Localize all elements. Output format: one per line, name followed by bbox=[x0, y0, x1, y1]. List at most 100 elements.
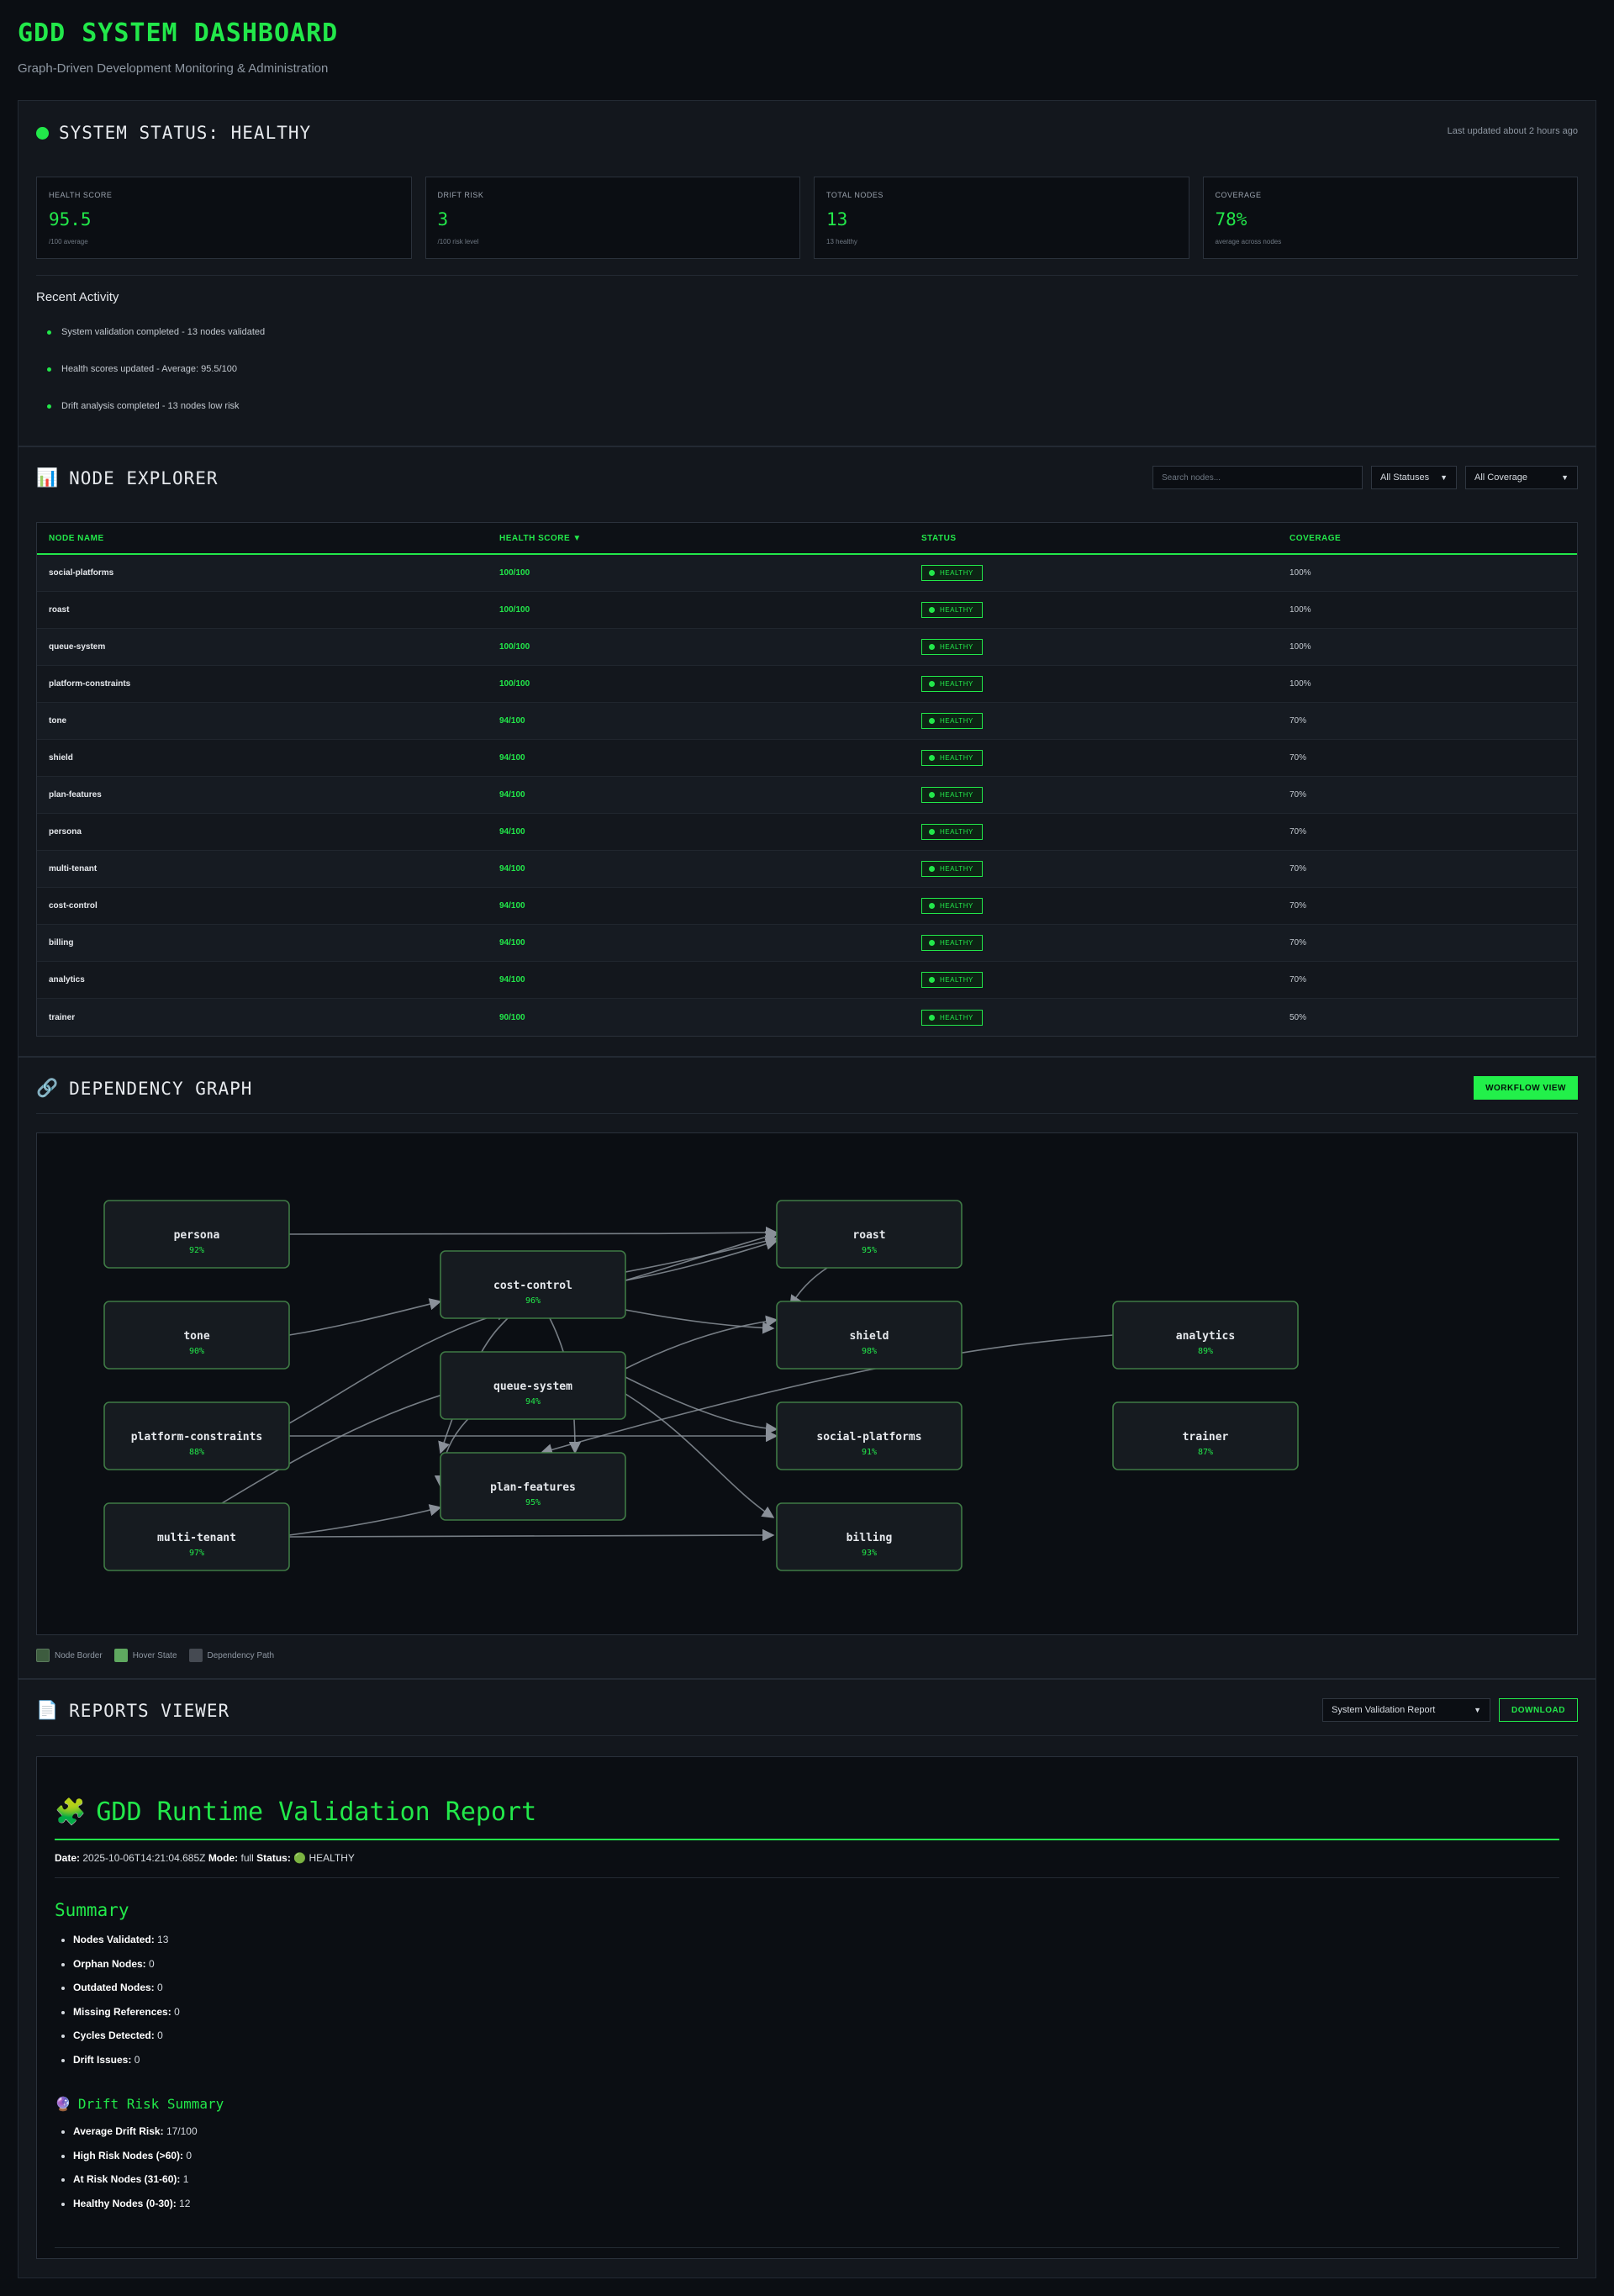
dependency-edge bbox=[625, 1231, 778, 1281]
column-header-node-name[interactable]: NODE NAME bbox=[37, 534, 488, 543]
drift-risk-title: Drift Risk Summary bbox=[77, 2096, 224, 2112]
divider bbox=[36, 1113, 1578, 1114]
health-score: 94/100 bbox=[499, 864, 525, 874]
legend-item-hover-state: Hover State bbox=[113, 1649, 177, 1662]
graph-node-percent: 88% bbox=[189, 1448, 204, 1457]
graph-node-roast[interactable]: roast 95% bbox=[776, 1200, 963, 1269]
table-row[interactable]: trainer 90/100 HEALTHY 50% bbox=[37, 999, 1577, 1036]
status-dot-icon bbox=[929, 940, 935, 946]
health-score: 90/100 bbox=[499, 1012, 525, 1022]
health-score: 94/100 bbox=[499, 938, 525, 947]
node-name: trainer bbox=[49, 1012, 76, 1022]
table-row[interactable]: persona 94/100 HEALTHY 70% bbox=[37, 814, 1577, 851]
report-title-text: GDD Runtime Validation Report bbox=[96, 1797, 537, 1827]
health-score: 100/100 bbox=[499, 605, 530, 615]
table-row[interactable]: roast 100/100 HEALTHY 100% bbox=[37, 592, 1577, 629]
graph-node-queue-system[interactable]: queue-system 94% bbox=[440, 1351, 626, 1420]
summary-key: Drift Issues: bbox=[73, 2053, 132, 2066]
table-row[interactable]: platform-constraints 100/100 HEALTHY 100% bbox=[37, 666, 1577, 703]
coverage-value: 70% bbox=[1290, 753, 1307, 763]
coverage-filter-select[interactable]: All Coverage ▼ bbox=[1465, 466, 1578, 489]
chevron-down-icon: ▼ bbox=[1440, 473, 1448, 482]
table-row[interactable]: tone 94/100 HEALTHY 70% bbox=[37, 703, 1577, 740]
node-name: social-platforms bbox=[49, 568, 114, 578]
status-dot-icon bbox=[929, 681, 935, 687]
reports-toolbar: System Validation Report ▼ DOWNLOAD bbox=[1322, 1698, 1578, 1722]
table-row[interactable]: queue-system 100/100 HEALTHY 100% bbox=[37, 629, 1577, 666]
column-header-health-score[interactable]: HEALTH SCORE ▼ bbox=[488, 534, 910, 543]
graph-node-plan-features[interactable]: plan-features 95% bbox=[440, 1452, 626, 1521]
status-dot-icon bbox=[929, 977, 935, 983]
table-row[interactable]: shield 94/100 HEALTHY 70% bbox=[37, 740, 1577, 777]
link-icon: 🔗 bbox=[36, 1078, 60, 1098]
legend-swatch bbox=[113, 1649, 128, 1662]
status-badge-label: HEALTHY bbox=[940, 865, 973, 873]
graph-node-percent: 91% bbox=[862, 1448, 877, 1457]
summary-value: 0 bbox=[149, 1957, 155, 1970]
dependency-edges bbox=[221, 1226, 1114, 1542]
drift-risk-list: Average Drift Risk: 17/100 High Risk Nod… bbox=[55, 2125, 1559, 2221]
graph-node-analytics[interactable]: analytics 89% bbox=[1112, 1301, 1299, 1370]
node-name: persona bbox=[49, 827, 82, 837]
legend-label: Node Border bbox=[55, 1650, 103, 1660]
table-row[interactable]: social-platforms 100/100 HEALTHY 100% bbox=[37, 555, 1577, 592]
graph-node-persona[interactable]: persona 92% bbox=[103, 1200, 290, 1269]
health-score: 100/100 bbox=[499, 568, 530, 578]
dependency-edge bbox=[625, 1235, 778, 1273]
status-cell: HEALTHY bbox=[910, 935, 1278, 951]
graph-node-trainer[interactable]: trainer 87% bbox=[1112, 1401, 1299, 1470]
last-updated: Last updated about 2 hours ago bbox=[1447, 126, 1578, 136]
table-row[interactable]: billing 94/100 HEALTHY 70% bbox=[37, 925, 1577, 962]
dependency-graph-canvas[interactable]: persona 92% tone 90% platform-constraints 88%… bbox=[36, 1132, 1578, 1635]
report-select[interactable]: System Validation Report ▼ bbox=[1322, 1698, 1490, 1722]
graph-node-platform-constraints[interactable]: platform-constraints 88% bbox=[103, 1401, 290, 1470]
status-badge: HEALTHY bbox=[921, 935, 983, 951]
health-score: 94/100 bbox=[499, 901, 525, 910]
puzzle-icon: 🧩 bbox=[55, 1797, 87, 1827]
summary-value: 0 bbox=[134, 2053, 140, 2066]
table-row[interactable]: multi-tenant 94/100 HEALTHY 70% bbox=[37, 851, 1577, 888]
graph-node-multi-tenant[interactable]: multi-tenant 97% bbox=[103, 1502, 290, 1571]
meta-key: Mode: bbox=[208, 1852, 239, 1864]
drift-item: Average Drift Risk: 17/100 bbox=[73, 2125, 1559, 2150]
health-score: 94/100 bbox=[499, 790, 525, 800]
legend-item-node-border: Node Border bbox=[36, 1649, 103, 1662]
graph-node-label: multi-tenant bbox=[157, 1532, 236, 1544]
workflow-view-button[interactable]: WORKFLOW VIEW bbox=[1474, 1076, 1578, 1100]
graph-node-percent: 96% bbox=[525, 1296, 541, 1306]
column-header-status[interactable]: STATUS bbox=[910, 534, 1278, 543]
graph-node-social-platforms[interactable]: social-platforms 91% bbox=[776, 1401, 963, 1470]
column-header-coverage[interactable]: COVERAGE bbox=[1278, 534, 1579, 543]
card-label: COVERAGE bbox=[1215, 191, 1262, 199]
status-badge-label: HEALTHY bbox=[940, 1013, 973, 1021]
table-row[interactable]: analytics 94/100 HEALTHY 70% bbox=[37, 962, 1577, 999]
download-button[interactable]: DOWNLOAD bbox=[1499, 1698, 1578, 1722]
health-score: 94/100 bbox=[499, 716, 525, 726]
coverage-value: 70% bbox=[1290, 716, 1307, 726]
node-name: cost-control bbox=[49, 901, 98, 910]
legend-item-dependency-path: Dependency Path bbox=[188, 1649, 274, 1662]
drift-key: High Risk Nodes (>60): bbox=[73, 2149, 184, 2161]
reports-viewer-panel: 📄 REPORTS VIEWER System Validation Repor… bbox=[18, 1679, 1596, 2278]
status-filter-select[interactable]: All Statuses ▼ bbox=[1371, 466, 1457, 489]
graph-node-percent: 90% bbox=[189, 1347, 204, 1356]
meta-key: Status: bbox=[256, 1852, 291, 1864]
table-row[interactable]: plan-features 94/100 HEALTHY 70% bbox=[37, 777, 1577, 814]
table-row[interactable]: cost-control 94/100 HEALTHY 70% bbox=[37, 888, 1577, 925]
divider bbox=[36, 1735, 1578, 1736]
status-cell: HEALTHY bbox=[910, 750, 1278, 766]
status-badge: HEALTHY bbox=[921, 713, 983, 729]
status-badge: HEALTHY bbox=[921, 639, 983, 655]
status-badge: HEALTHY bbox=[921, 602, 983, 618]
graph-node-shield[interactable]: shield 98% bbox=[776, 1301, 963, 1370]
meta-value: 2025-10-06T14:21:04.685Z bbox=[82, 1852, 206, 1864]
graph-node-cost-control[interactable]: cost-control 96% bbox=[440, 1250, 626, 1319]
graph-node-billing[interactable]: billing 93% bbox=[776, 1502, 963, 1571]
chart-icon: 📊 bbox=[36, 467, 60, 488]
graph-node-tone[interactable]: tone 90% bbox=[103, 1301, 290, 1370]
activity-item: System validation completed - 13 nodes v… bbox=[47, 327, 265, 364]
status-badge-label: HEALTHY bbox=[940, 828, 973, 836]
summary-key: Orphan Nodes: bbox=[73, 1957, 146, 1970]
search-input[interactable] bbox=[1152, 466, 1363, 489]
coverage-value: 50% bbox=[1290, 1012, 1307, 1022]
